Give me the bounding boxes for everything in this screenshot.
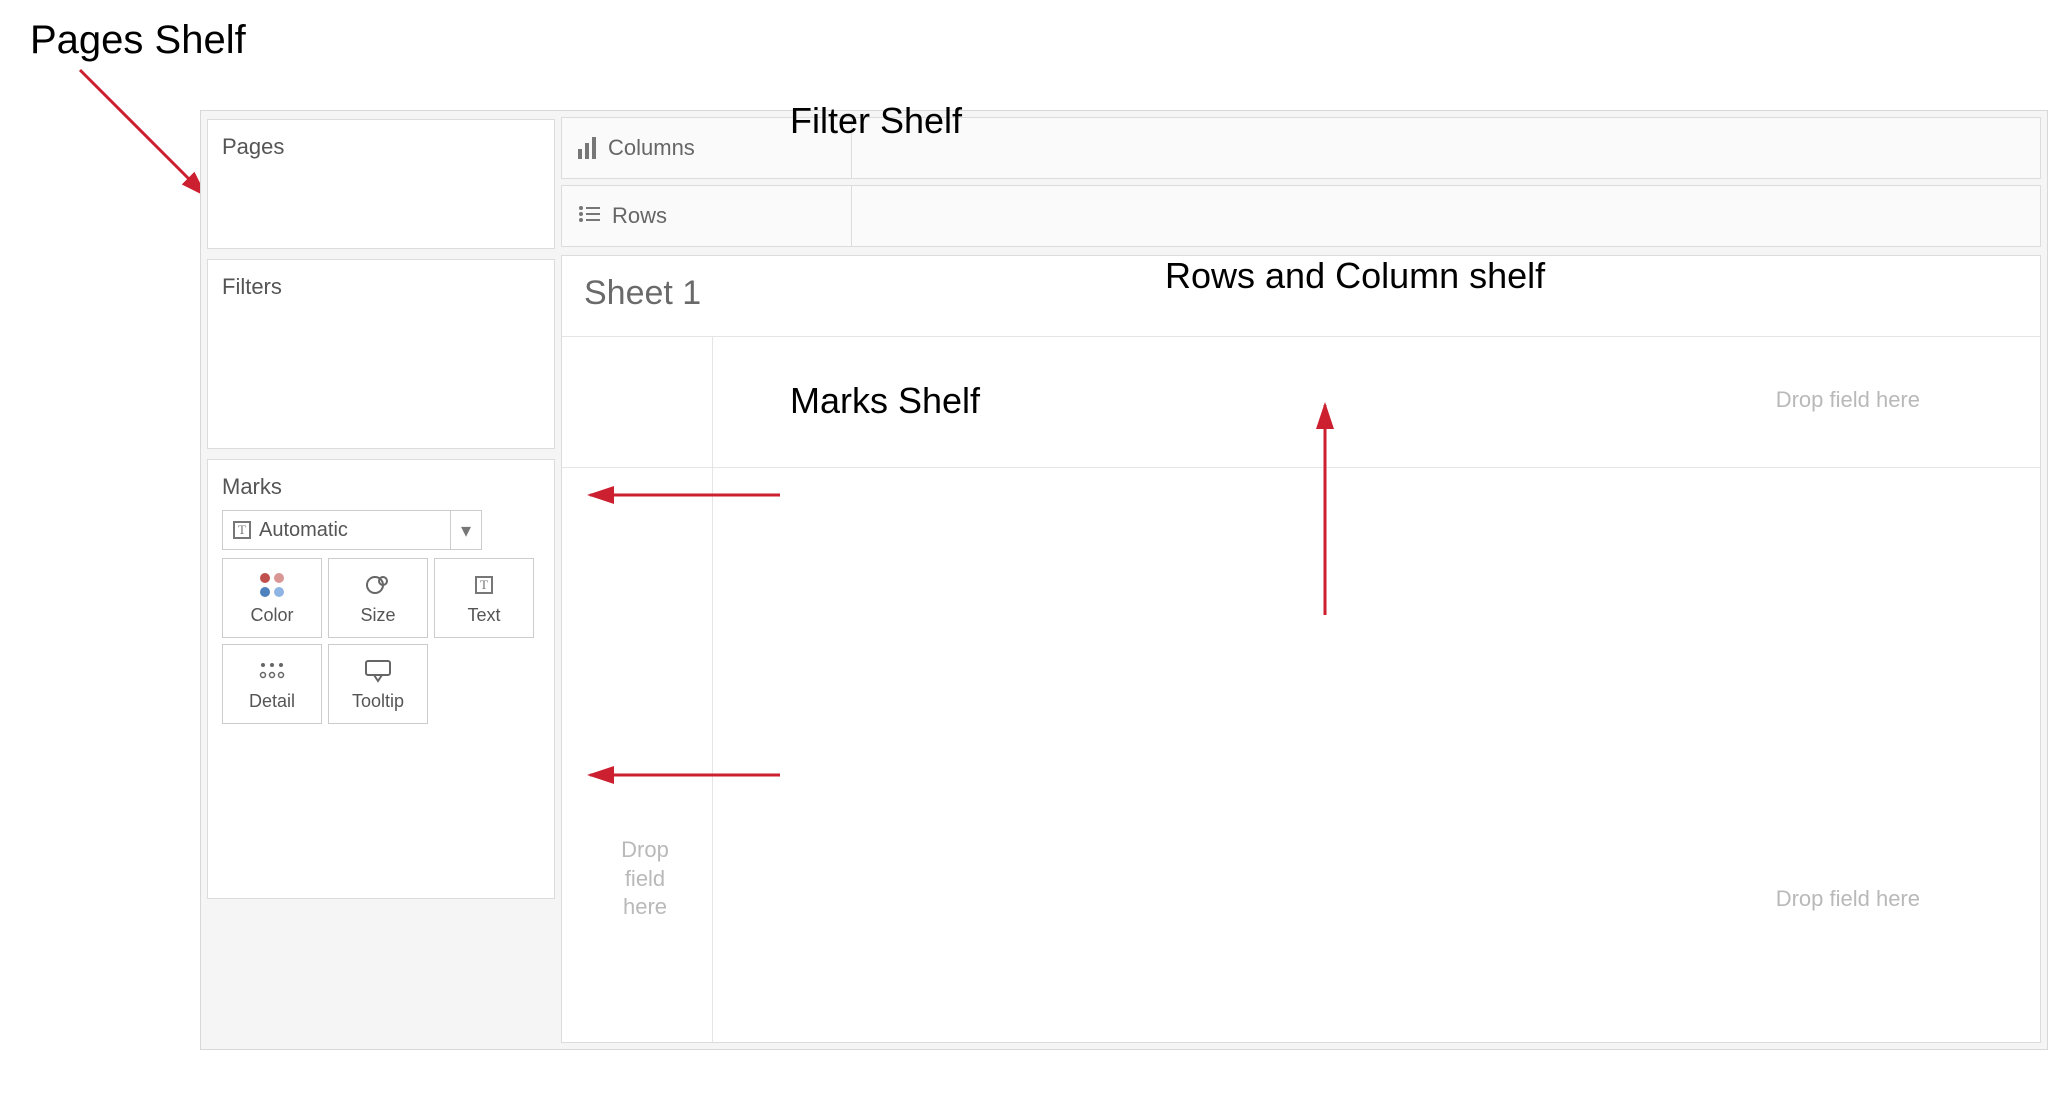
pages-shelf[interactable]: Pages [207, 119, 555, 249]
detail-icon [259, 657, 285, 685]
rows-shelf-dropzone[interactable] [852, 186, 2040, 246]
annotation-pages-shelf-label: Pages Shelf [30, 18, 246, 63]
columns-shelf[interactable]: Columns [561, 117, 2041, 179]
mark-text-button[interactable]: T Text [434, 558, 534, 638]
pages-shelf-title: Pages [222, 130, 540, 170]
left-sidebar: Pages Filters Marks T Automatic ▾ [201, 111, 561, 1049]
color-dots-icon [260, 571, 284, 599]
viz-grid: Drop field here Drop field here Drop fie… [562, 336, 2040, 1042]
filters-shelf-title: Filters [222, 270, 540, 310]
marks-buttons-grid: Color Size T Text [222, 558, 540, 724]
filters-shelf[interactable]: Filters [207, 259, 555, 449]
marks-type-dropdown[interactable]: T Automatic ▾ [222, 510, 482, 550]
viz-col-divider [712, 337, 713, 1042]
mark-tooltip-button[interactable]: Tooltip [328, 644, 428, 724]
text-icon: T [475, 571, 493, 599]
mark-text-label: Text [467, 605, 500, 626]
marks-shelf: Marks T Automatic ▾ Color [207, 459, 555, 899]
text-mark-icon: T [233, 521, 251, 539]
mark-size-label: Size [360, 605, 395, 626]
tableau-workspace-panel: Pages Filters Marks T Automatic ▾ [200, 110, 2048, 1050]
mark-size-button[interactable]: Size [328, 558, 428, 638]
columns-icon [578, 137, 596, 159]
size-icon [365, 571, 391, 599]
annotation-filter-shelf-label: Filter Shelf [790, 100, 962, 142]
chevron-down-icon: ▾ [450, 511, 471, 549]
rows-icon [578, 203, 600, 229]
mark-color-button[interactable]: Color [222, 558, 322, 638]
rows-shelf[interactable]: Rows [561, 185, 2041, 247]
mark-detail-button[interactable]: Detail [222, 644, 322, 724]
annotation-marks-shelf-label: Marks Shelf [790, 380, 980, 422]
mark-color-label: Color [250, 605, 293, 626]
rows-shelf-label: Rows [612, 203, 667, 229]
columns-shelf-dropzone[interactable] [852, 118, 2040, 178]
drop-hint-left: Drop field here [610, 836, 680, 922]
viz-canvas[interactable]: Sheet 1 Drop field here Drop field here … [561, 255, 2041, 1043]
drop-hint-top: Drop field here [1776, 387, 1920, 413]
marks-shelf-title: Marks [222, 470, 540, 510]
sheet-title[interactable]: Sheet 1 [584, 274, 701, 313]
rows-shelf-label-area: Rows [562, 186, 852, 246]
tooltip-icon [364, 657, 392, 685]
viz-row-divider [562, 467, 2040, 468]
main-area: Columns Rows Sheet 1 [561, 111, 2047, 1049]
mark-tooltip-label: Tooltip [352, 691, 404, 712]
mark-detail-label: Detail [249, 691, 295, 712]
marks-type-value: Automatic [259, 519, 348, 542]
annotation-rows-cols-label: Rows and Column shelf [1165, 255, 1545, 297]
columns-shelf-label: Columns [608, 135, 695, 161]
drop-hint-main: Drop field here [1776, 886, 1920, 912]
